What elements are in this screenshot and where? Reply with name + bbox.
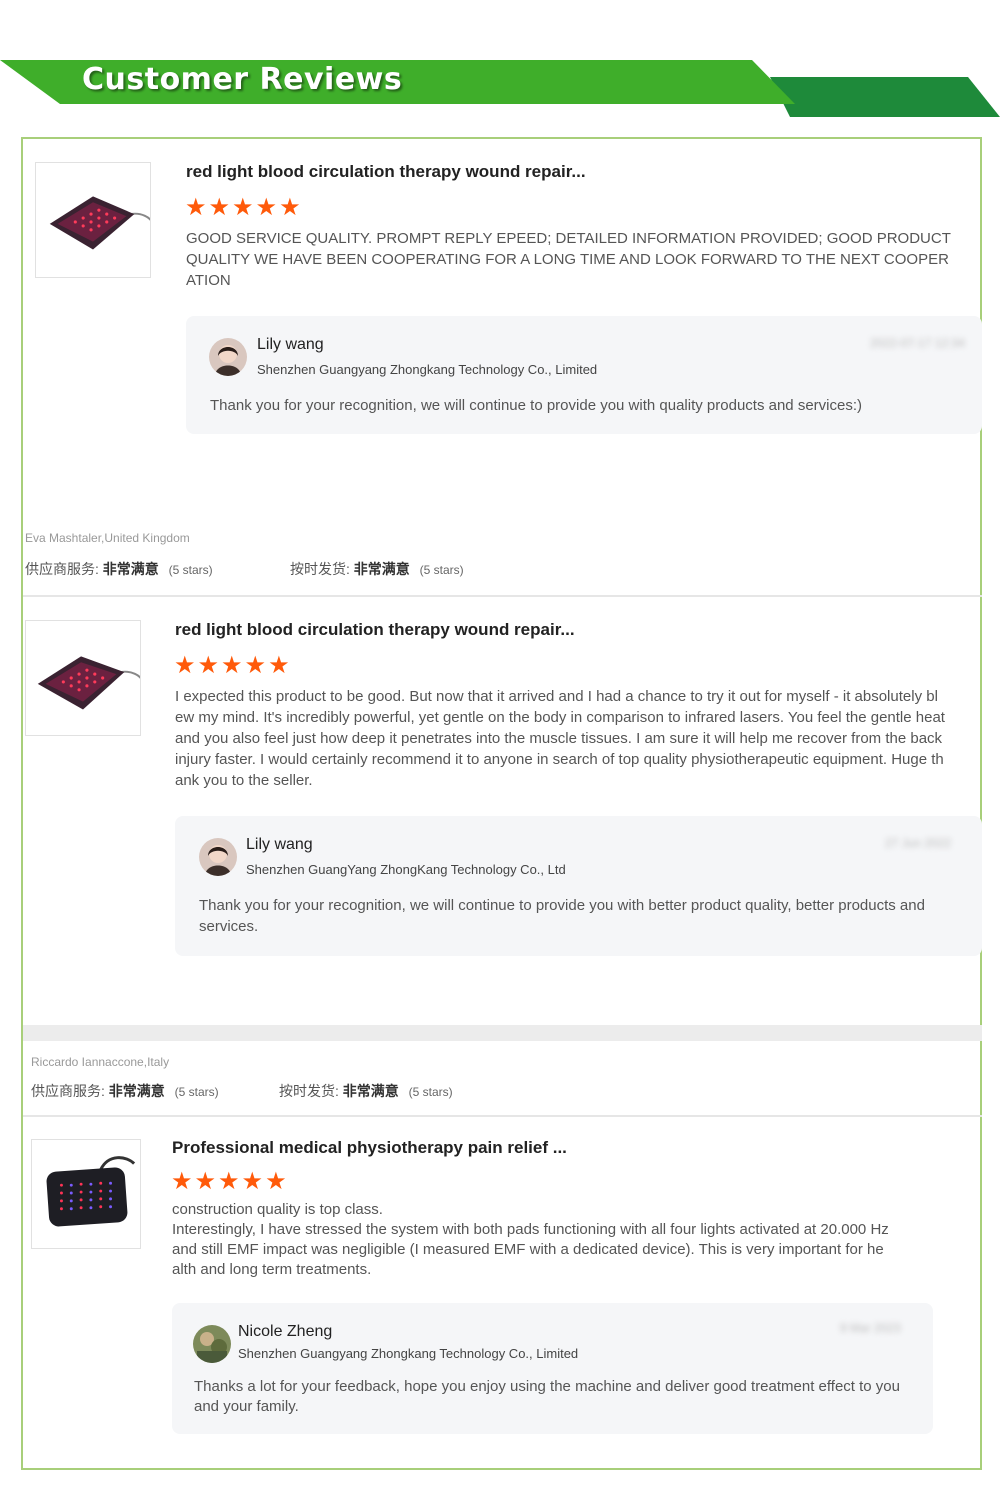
product-thumbnail[interactable] [25, 620, 141, 736]
delivery-rating: 按时发货: 非常满意 (5 stars) [290, 559, 464, 579]
supplier-service-rating: 供应商服务: 非常满意 (5 stars) [25, 559, 213, 579]
rating-value: 非常满意 [353, 561, 410, 577]
therapy-pad-image [49, 196, 150, 250]
rating-stars-text: (5 stars) [419, 563, 464, 577]
star-icon: ★ [171, 1168, 193, 1195]
therapy-pad-image [46, 1156, 136, 1227]
rating-label: 供应商服务: [31, 1083, 105, 1099]
star-icon: ★ [265, 1168, 287, 1195]
seller-company: Shenzhen Guangyang Zhongkang Technology … [238, 1346, 579, 1361]
seller-avatar [209, 338, 247, 376]
star-icon: ★ [194, 1168, 217, 1195]
rating-stars-text: (5 stars) [174, 1085, 219, 1099]
seller-reply: Lily wang Shenzhen Guangyang Zhongkang T… [186, 316, 982, 434]
rating-stars-text: (5 stars) [168, 563, 213, 577]
star-icon: ★ [174, 652, 196, 679]
seller-company: Shenzhen Guangyang Zhongkang Technology … [257, 362, 598, 377]
divider [23, 595, 982, 597]
seller-reply: Nicole Zheng Shenzhen Guangyang Zhongkan… [172, 1303, 933, 1434]
review-text: I expected this product to be good. But … [175, 688, 945, 789]
star-icon: ★ [241, 1168, 264, 1195]
star-icon: ★ [185, 194, 207, 221]
rating-label: 供应商服务: [25, 561, 99, 577]
banner-title: Customer Reviews [82, 62, 403, 97]
seller-reply: Lily wang Shenzhen GuangYang ZhongKang T… [175, 816, 982, 956]
star-icon: ★ [221, 652, 243, 679]
rating-value: 非常满意 [108, 1083, 165, 1099]
rating-label: 按时发货: [290, 561, 350, 577]
star-icon: ★ [218, 1168, 240, 1195]
section-separator [23, 1025, 982, 1041]
product-title[interactable]: red light blood circulation therapy woun… [175, 620, 575, 640]
supplier-service-rating: 供应商服务: 非常满意 (5 stars) [31, 1081, 219, 1101]
seller-name: Lily wang [257, 336, 324, 353]
reply-text: Thank you for your recognition, we will … [199, 897, 925, 935]
star-icon: ★ [244, 652, 267, 679]
rating-stars: ★ ★ ★ ★ ★ [185, 196, 301, 220]
product-title[interactable]: Professional medical physiotherapy pain … [172, 1138, 567, 1158]
reply-date: 27 Jun 2022 [885, 836, 952, 850]
star-icon: ★ [268, 652, 290, 679]
reply-text: Thank you for your recognition, we will … [210, 397, 862, 414]
product-title[interactable]: red light blood circulation therapy woun… [186, 162, 586, 182]
star-icon: ★ [279, 194, 301, 221]
star-icon: ★ [197, 652, 220, 679]
star-icon: ★ [208, 194, 231, 221]
reply-text: Thanks a lot for your feedback, hope you… [194, 1378, 900, 1415]
reviewer-name: Riccardo Iannaccone,Italy [31, 1055, 170, 1069]
seller-avatar [193, 1325, 231, 1363]
rating-label: 按时发货: [279, 1083, 339, 1099]
review-text: GOOD SERVICE QUALITY. PROMPT REPLY EPEED… [186, 230, 951, 289]
rating-value: 非常满意 [342, 1083, 399, 1099]
seller-name: Lily wang [246, 836, 313, 853]
delivery-rating: 按时发货: 非常满意 (5 stars) [279, 1081, 453, 1101]
review-text: construction quality is top class. Inter… [172, 1200, 892, 1280]
reply-date: 2022-07-17 12:34 [870, 336, 965, 350]
therapy-pad-image [37, 656, 140, 710]
reviewer-name: Eva Mashtaler,United Kingdom [25, 531, 190, 545]
rating-value: 非常满意 [102, 561, 159, 577]
product-thumbnail[interactable] [35, 162, 151, 278]
rating-stars-text: (5 stars) [408, 1085, 453, 1099]
rating-stars: ★ ★ ★ ★ ★ [171, 1170, 287, 1194]
seller-avatar [199, 838, 237, 876]
divider [23, 1115, 982, 1117]
rating-stars: ★ ★ ★ ★ ★ [174, 654, 290, 678]
star-icon: ★ [232, 194, 254, 221]
seller-name: Nicole Zheng [238, 1323, 333, 1340]
review-text-line: construction quality is top class. [172, 1201, 383, 1218]
header-banner: Customer Reviews [0, 0, 1000, 130]
star-icon: ★ [255, 194, 278, 221]
product-thumbnail[interactable] [31, 1139, 141, 1249]
review-text-line: Interestingly, I have stressed the syste… [172, 1221, 889, 1278]
reply-date: 9 Mar 2023 [840, 1321, 901, 1335]
seller-company: Shenzhen GuangYang ZhongKang Technology … [246, 862, 566, 877]
